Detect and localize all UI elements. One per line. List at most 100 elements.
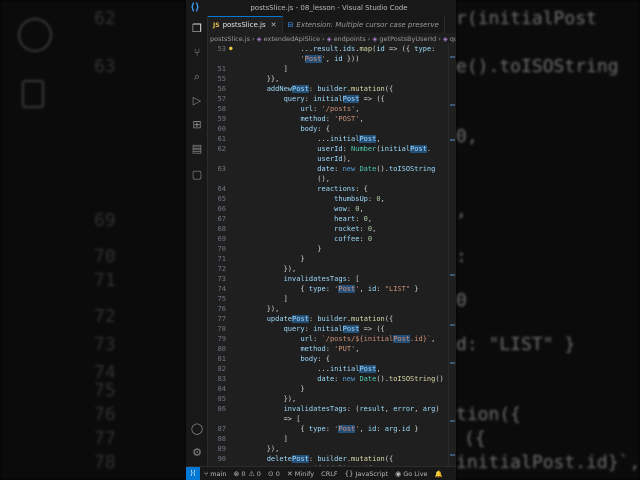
code-line[interactable]: 69 coffee: 0 xyxy=(208,234,456,244)
close-icon[interactable]: ✕ xyxy=(271,21,277,29)
code-line[interactable]: 61 ...initialPost, xyxy=(208,134,456,144)
code-line[interactable]: 73 invalidatesTags: [ xyxy=(208,274,456,284)
breadcrumb-item[interactable]: getPostsByUserId xyxy=(379,35,436,43)
code-text: invalidatesTags: [ xyxy=(283,275,360,283)
breadcrumb-item[interactable]: endpoints xyxy=(334,35,366,43)
code-line[interactable]: 71 } xyxy=(208,254,456,264)
language-mode[interactable]: {} JavaScript xyxy=(345,470,389,478)
code-line[interactable]: 53 ● ...result.ids.map(id => ({ type: xyxy=(208,44,456,54)
code-text: } xyxy=(233,385,305,393)
code-line[interactable]: 88 ] xyxy=(208,434,456,444)
problems-indicator[interactable]: ⊗ 0 ⚠ 0 xyxy=(233,470,260,478)
code-line[interactable]: 75 ] xyxy=(208,294,456,304)
breadcrumb-item[interactable]: postsSlice.js xyxy=(210,35,250,43)
line-number: 65 xyxy=(217,195,226,203)
tab-posts-slice[interactable]: JS postsSlice.js ✕ xyxy=(208,16,283,33)
line-number: 56 xyxy=(217,85,226,93)
settings-gear-icon[interactable]: ⚙ xyxy=(190,446,204,460)
code-text: invalidatesTags: (result, error, arg) xyxy=(283,405,440,413)
variable-icon: ◈ xyxy=(256,34,262,43)
bg-fragment: 0 xyxy=(456,290,467,311)
code-line[interactable]: 72 }), xyxy=(208,264,456,274)
line-number: 80 xyxy=(217,345,226,353)
method-icon: ◈ xyxy=(372,34,378,43)
code-line[interactable]: 79 url: `/posts/${initialPost.id}`, xyxy=(208,334,456,344)
go-live-button[interactable]: ◉ Go Live xyxy=(395,470,427,478)
tab-extension[interactable]: ⊟ Extension: Multiple cursor case preser… xyxy=(283,16,445,33)
code-line[interactable]: 87 { type: 'Post', id: arg.id } xyxy=(208,424,456,434)
code-line[interactable]: 56 addNewPost: builder.mutation({ xyxy=(208,84,456,94)
code-line[interactable]: 78 query: initialPost => ({ xyxy=(208,324,456,334)
remote-icon[interactable]: ⟩⟨ xyxy=(186,467,200,480)
info-indicator[interactable]: ⊙ 0 xyxy=(268,470,280,478)
code-line[interactable]: (), xyxy=(208,174,456,184)
background-left-panel: 62 63 69 70 71 72 73 74 75 76 77 78 xyxy=(0,0,186,480)
code-text: body: { xyxy=(300,355,330,363)
line-number: 72 xyxy=(217,265,226,273)
line-number: 70 xyxy=(217,245,226,253)
code-line[interactable]: 59 method: 'POST', xyxy=(208,114,456,124)
code-text: rocket: 0, xyxy=(334,225,377,233)
account-icon[interactable]: ◯ xyxy=(190,422,204,436)
code-line[interactable]: 83 date: new Date().toISOString() xyxy=(208,374,456,384)
breadcrumb-item[interactable]: extendedApiSlice xyxy=(264,35,320,43)
code-line[interactable]: 90 deletePost: builder.mutation({ xyxy=(208,454,456,464)
files-icon[interactable]: ❐ xyxy=(190,22,204,36)
code-line[interactable]: userId), xyxy=(208,154,456,164)
javascript-file-icon: JS xyxy=(213,21,220,29)
code-line[interactable]: 55 }}, xyxy=(208,74,456,84)
code-line[interactable]: => [ xyxy=(208,414,456,424)
code-line[interactable]: 82 ...initialPost, xyxy=(208,364,456,374)
bg-line-number: 70 xyxy=(94,246,116,267)
notifications-icon[interactable]: 🔔 xyxy=(435,470,443,478)
search-icon[interactable]: ⌕ xyxy=(190,70,204,84)
editor-tabs: JS postsSlice.js ✕ ⊟ Extension: Multiple… xyxy=(208,16,456,33)
notebook-icon[interactable]: ▤ xyxy=(190,142,204,156)
code-line[interactable]: 74 { type: 'Post', id: "LIST" } xyxy=(208,284,456,294)
code-text: ...initialPost, xyxy=(233,135,381,143)
source-control-icon[interactable]: ⑂ xyxy=(190,46,204,60)
bookmark-icon[interactable]: ▢ xyxy=(190,168,204,182)
scrollbar[interactable] xyxy=(448,44,456,466)
run-debug-icon[interactable]: ▷ xyxy=(190,94,204,108)
code-line[interactable]: 68 rocket: 0, xyxy=(208,224,456,234)
code-line[interactable]: 'Post', id })) xyxy=(208,54,456,64)
code-text: updatePost: builder.mutation({ xyxy=(266,315,394,323)
error-icon: ⊗ xyxy=(233,469,240,478)
bg-lightning-icon xyxy=(18,18,52,52)
code-line[interactable]: 60 body: { xyxy=(208,124,456,134)
background-right-panel: r(initialPost e().toISOString 0, , : 0 d… xyxy=(456,0,640,480)
code-line[interactable]: 64 reactions: { xyxy=(208,184,456,194)
code-line[interactable]: 62 userId: Number(initialPost. xyxy=(208,144,456,154)
braces-icon: {} xyxy=(344,469,354,478)
line-number: 63 xyxy=(217,165,226,173)
breadcrumb-item[interactable]: qu xyxy=(450,35,456,43)
line-number: 76 xyxy=(217,305,226,313)
code-line[interactable]: 65 thumbsUp: 0, xyxy=(208,194,456,204)
code-line[interactable]: 70 } xyxy=(208,244,456,254)
code-text: url: '/posts', xyxy=(300,105,360,113)
code-line[interactable]: 63 date: new Date().toISOString xyxy=(208,164,456,174)
extensions-icon[interactable]: ⊞ xyxy=(190,118,204,132)
code-line[interactable]: 81 body: { xyxy=(208,354,456,364)
code-line[interactable]: 58 url: '/posts', xyxy=(208,104,456,114)
minify-button[interactable]: ✕ Minify xyxy=(287,470,314,478)
code-line[interactable]: 84 } xyxy=(208,384,456,394)
code-text: date: new Date().toISOString() xyxy=(317,375,444,383)
code-text: date: new Date().toISOString xyxy=(317,165,436,173)
code-line[interactable]: 89 }), xyxy=(208,444,456,454)
code-line[interactable]: 77 updatePost: builder.mutation({ xyxy=(208,314,456,324)
code-line[interactable]: 80 method: 'PUT', xyxy=(208,344,456,354)
code-line[interactable]: 67 heart: 0, xyxy=(208,214,456,224)
code-line[interactable]: 51 ] xyxy=(208,64,456,74)
code-line[interactable]: 86 invalidatesTags: (result, error, arg) xyxy=(208,404,456,414)
code-line[interactable]: 66 wow: 0, xyxy=(208,204,456,214)
code-line[interactable]: 57 query: initialPost => ({ xyxy=(208,94,456,104)
code-editor[interactable]: 53 ● ...result.ids.map(id => ({ type: 'Po… xyxy=(208,44,456,466)
eol-indicator[interactable]: CRLF xyxy=(321,470,337,478)
code-line[interactable]: 85 }), xyxy=(208,394,456,404)
line-number: 77 xyxy=(217,315,226,323)
code-line[interactable]: 76 }), xyxy=(208,304,456,314)
branch-indicator[interactable]: ⑂ main xyxy=(204,470,226,478)
method-icon: ◈ xyxy=(442,34,448,43)
